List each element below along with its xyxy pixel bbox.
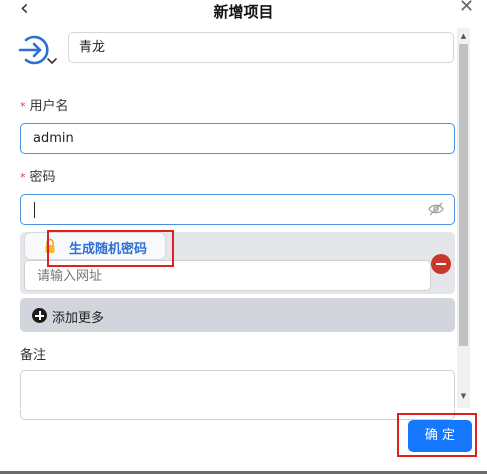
dialog-header: ‹ 新增项目 ✕	[0, 0, 487, 24]
note-label: 备注	[20, 348, 47, 363]
confirm-highlight-box	[397, 413, 477, 457]
footer-divider	[0, 408, 458, 409]
dialog-title: 新增项目	[213, 3, 274, 21]
close-icon[interactable]: ✕	[459, 0, 474, 17]
suggestion-highlight-box	[47, 230, 174, 267]
password-input[interactable]	[20, 194, 455, 225]
scroll-up-arrow-icon[interactable]: ▲	[457, 32, 470, 40]
minus-circle-icon[interactable]	[431, 254, 451, 274]
password-label: * 密码	[20, 170, 56, 185]
plus-circle-icon	[32, 308, 47, 323]
text-caret	[34, 202, 35, 218]
add-more-label: 添加更多	[52, 311, 105, 326]
username-input[interactable]: admin	[20, 123, 455, 154]
username-label: * 用户名	[20, 99, 69, 114]
note-textarea[interactable]	[20, 370, 455, 420]
item-name-input[interactable]: 青龙	[68, 32, 454, 63]
login-arrow-icon	[18, 35, 57, 65]
add-more-button[interactable]: 添加更多	[20, 298, 455, 332]
eye-off-icon[interactable]	[428, 202, 444, 216]
scroll-thumb[interactable]	[459, 44, 468, 346]
scrollbar[interactable]: ▲ ▼	[457, 28, 470, 408]
scroll-down-arrow-icon[interactable]: ▼	[457, 392, 470, 400]
